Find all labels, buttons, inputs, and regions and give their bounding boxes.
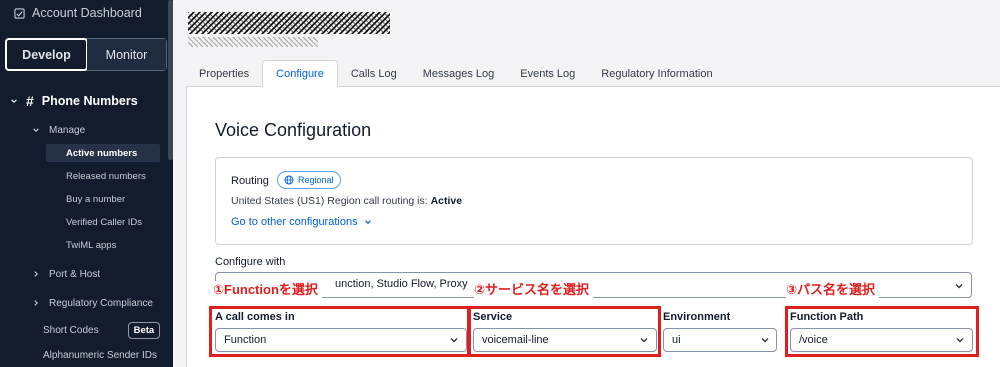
regional-badge: Regional	[277, 171, 341, 189]
annotation-step3: ③パス名を選択	[786, 281, 880, 299]
page-title: Voice Configuration	[215, 120, 372, 140]
configure-with-label: Configure with	[215, 256, 286, 268]
environment-label: Environment	[663, 311, 731, 323]
section-title: Phone Numbers	[41, 94, 138, 108]
sidebar-item-port-host[interactable]: Port & Host	[32, 266, 100, 282]
tab-properties[interactable]: Properties	[186, 60, 262, 87]
sidebar-item-verified-caller-ids[interactable]: Verified Caller IDs	[46, 213, 160, 231]
short-codes-label: Short Codes	[43, 324, 99, 336]
main-content: Properties Configure Calls Log Messages …	[173, 0, 1000, 367]
tab-calls-log[interactable]: Calls Log	[338, 60, 410, 87]
sidebar-item-active-numbers[interactable]: Active numbers	[46, 144, 160, 162]
annotation-step2: ②サービス名を選択	[474, 281, 594, 299]
tab-configure[interactable]: Configure	[262, 60, 338, 87]
other-configurations-label: Go to other configurations	[231, 216, 358, 228]
routing-card: Routing Regional United States (US1) Reg…	[215, 157, 973, 245]
manage-label: Manage	[49, 124, 86, 136]
chevron-down-icon	[364, 220, 371, 225]
highlight-box-call	[209, 306, 471, 357]
routing-status-text: United States (US1) Region call routing …	[231, 195, 431, 207]
sidebar-item-released-numbers[interactable]: Released numbers	[46, 167, 160, 185]
configure-panel: Voice Configuration Routing Regional Uni…	[186, 87, 1000, 367]
beta-badge: Beta	[127, 321, 161, 339]
tab-monitor[interactable]: Monitor	[87, 39, 166, 70]
sidebar-item-buy-a-number[interactable]: Buy a number	[46, 190, 160, 208]
tab-events-log[interactable]: Events Log	[507, 60, 588, 87]
port-host-label: Port & Host	[49, 268, 101, 280]
globe-icon	[284, 175, 294, 185]
configure-with-value: unction, Studio Flow, Proxy	[335, 278, 468, 290]
tab-regulatory-information[interactable]: Regulatory Information	[588, 60, 725, 87]
account-dashboard-label: Account Dashboard	[32, 6, 142, 20]
chevron-down-icon	[11, 99, 17, 103]
routing-label: Routing	[231, 175, 269, 187]
sidebar-tabs: Develop Monitor	[5, 38, 167, 71]
hash-icon: #	[26, 93, 34, 109]
sidebar: Account Dashboard Develop Monitor # Phon…	[0, 0, 173, 367]
sidebar-item-regulatory-compliance[interactable]: Regulatory Compliance	[32, 295, 153, 311]
chevron-right-icon	[34, 300, 38, 306]
highlight-box-function-path	[785, 306, 979, 357]
dashboard-icon	[14, 7, 25, 19]
chevron-down-icon	[955, 284, 963, 289]
other-configurations-link[interactable]: Go to other configurations	[231, 216, 372, 228]
sidebar-section-phone-numbers[interactable]: # Phone Numbers	[10, 93, 138, 109]
redacted-phone-number	[188, 12, 390, 47]
sidebar-item-short-codes[interactable]: Short Codes Beta	[43, 321, 161, 339]
regulatory-label: Regulatory Compliance	[49, 297, 153, 309]
chevron-right-icon	[34, 271, 38, 277]
annotation-step1: ①Functionを選択	[213, 281, 322, 299]
sidebar-item-twiml-apps[interactable]: TwiML apps	[46, 236, 160, 254]
tab-develop[interactable]: Develop	[5, 38, 88, 71]
chevron-down-icon	[761, 338, 769, 343]
account-dashboard-link[interactable]: Account Dashboard	[14, 5, 142, 21]
routing-status-value: Active	[430, 195, 463, 207]
environment-value: ui	[672, 334, 681, 346]
routing-status: United States (US1) Region call routing …	[231, 195, 462, 207]
alnum-label: Alphanumeric Sender IDs	[43, 349, 157, 361]
tab-messages-log[interactable]: Messages Log	[410, 60, 508, 87]
sidebar-item-alphanumeric-sender-ids[interactable]: Alphanumeric Sender IDs	[43, 347, 157, 363]
sidebar-item-manage[interactable]: Manage	[32, 122, 85, 138]
highlight-box-service	[467, 306, 661, 357]
regional-badge-label: Regional	[298, 175, 334, 185]
chevron-down-icon	[33, 128, 39, 132]
top-tab-bar: Properties Configure Calls Log Messages …	[186, 60, 1000, 87]
